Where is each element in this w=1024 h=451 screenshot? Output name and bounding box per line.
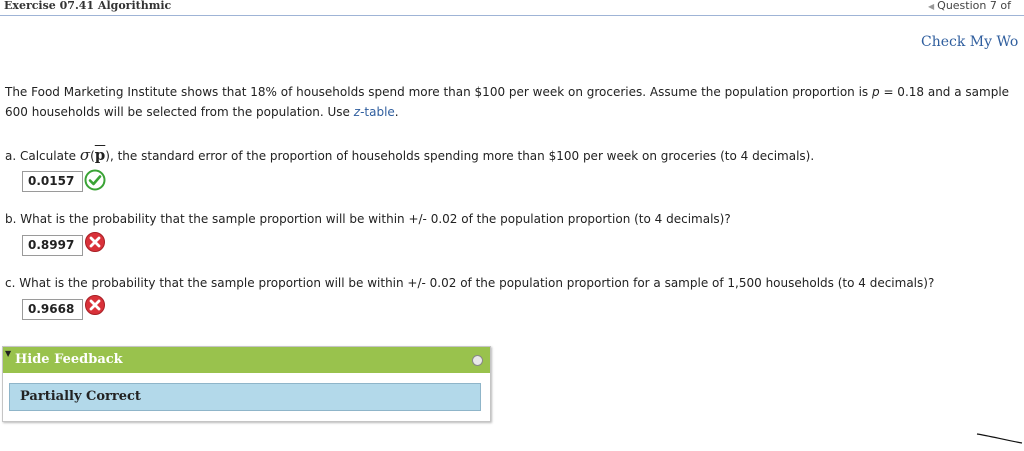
circle-icon: [472, 355, 483, 366]
answer-c-input[interactable]: 0.9668: [22, 299, 83, 320]
question-a: a. Calculate σ(p), the standard error of…: [5, 146, 814, 164]
variable-p: p: [872, 85, 880, 99]
question-c: c. What is the probability that the samp…: [5, 276, 935, 290]
problem-text: The Food Marketing Institute shows that …: [5, 85, 872, 99]
pen-stroke-mark: [976, 433, 1023, 444]
question-a-post: , the standard error of the proportion o…: [109, 149, 815, 163]
sigma-symbol: σ: [79, 146, 91, 164]
feedback-panel: ▼ Hide Feedback Partially Correct: [2, 346, 491, 422]
feedback-toggle[interactable]: ▼ Hide Feedback: [3, 347, 490, 373]
feedback-result-badge: Partially Correct: [9, 383, 481, 411]
p-bar-symbol: p: [94, 146, 106, 164]
z-table-link[interactable]: z-table: [354, 105, 395, 119]
z-table-link-rest[interactable]: -table: [360, 105, 395, 119]
x-circle-icon: [85, 295, 105, 315]
answer-a-input[interactable]: 0.0157: [22, 171, 83, 192]
answer-b-input[interactable]: 0.8997: [22, 235, 83, 256]
triangle-down-icon[interactable]: ▼: [5, 349, 11, 358]
problem-line-1: The Food Marketing Institute shows that …: [5, 82, 1020, 102]
question-nav[interactable]: ◀ Question 7 of: [928, 0, 1011, 12]
check-my-work-link[interactable]: Check My Wo: [921, 34, 1018, 50]
triangle-left-icon[interactable]: ◀: [928, 2, 934, 11]
feedback-result-label: Partially Correct: [20, 389, 141, 404]
problem-text: .: [394, 105, 399, 119]
problem-statement: The Food Marketing Institute shows that …: [5, 82, 1020, 122]
check-circle-icon: [84, 169, 106, 191]
problem-text: = 0.18 and a sample: [879, 85, 1010, 99]
problem-line-2: 600 households will be selected from the…: [5, 102, 1020, 122]
x-circle-icon: [85, 232, 105, 252]
exercise-title: Exercise 07.41 Algorithmic: [4, 0, 172, 12]
question-nav-label[interactable]: Question 7 of: [937, 0, 1011, 12]
question-a-pre: a. Calculate: [5, 149, 80, 163]
problem-text: 600 households will be selected from the…: [5, 105, 354, 119]
question-b: b. What is the probability that the samp…: [5, 212, 731, 226]
hide-feedback-label[interactable]: Hide Feedback: [15, 352, 123, 367]
top-bar: Exercise 07.41 Algorithmic ◀ Question 7 o…: [0, 0, 1024, 16]
